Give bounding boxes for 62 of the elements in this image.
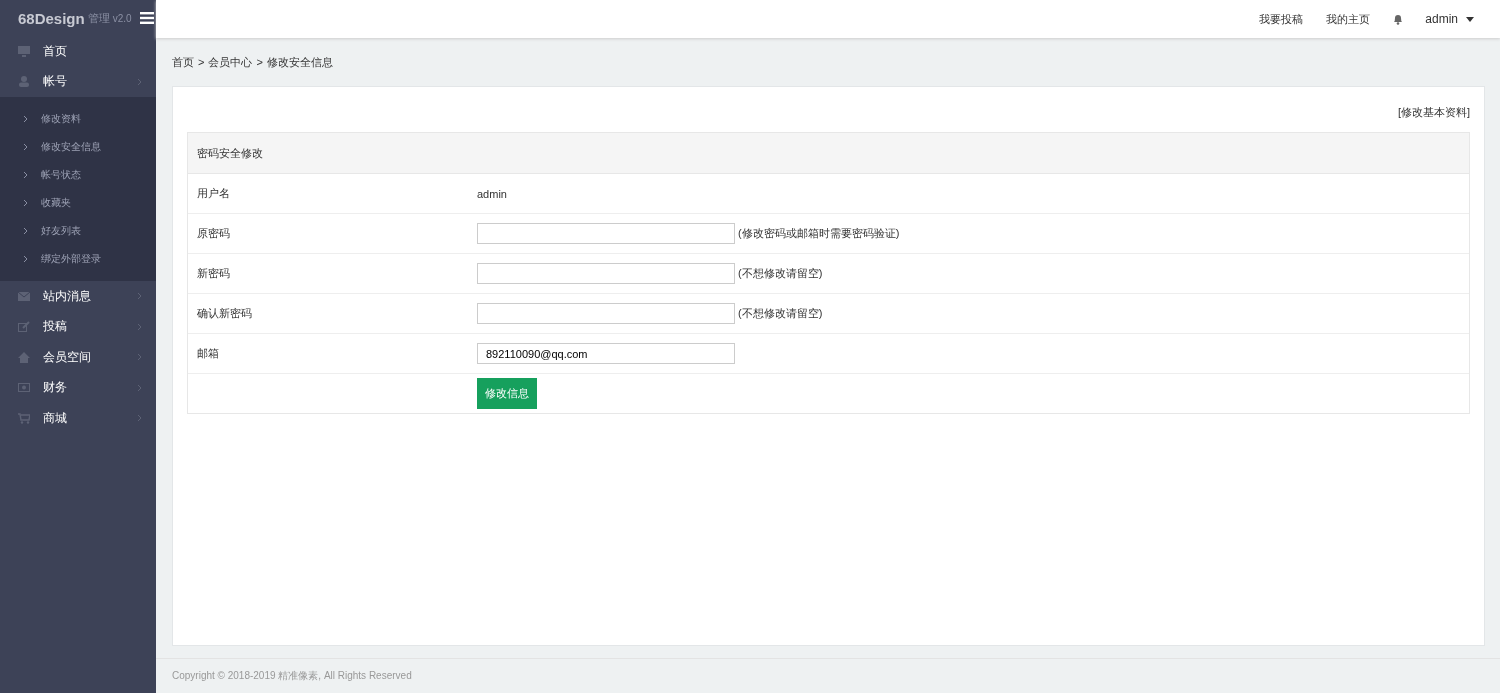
submenu-item[interactable]: 修改安全信息	[0, 133, 156, 161]
chevron-icon	[137, 292, 142, 301]
field-label: 邮箱	[197, 347, 219, 359]
chevron-icon	[23, 255, 28, 263]
mail-icon	[18, 290, 30, 302]
field-hint: (不想修改请留空)	[738, 266, 823, 281]
submenu-item[interactable]: 修改资料	[0, 105, 156, 133]
submenu-item[interactable]: 帐号状态	[0, 161, 156, 189]
submenu-item[interactable]: 收藏夹	[0, 189, 156, 217]
field-label: 确认新密码	[197, 307, 252, 319]
version-label: v2.0	[112, 12, 132, 24]
home-icon	[18, 351, 30, 363]
sidebar-item[interactable]: 会员空间	[0, 342, 156, 373]
user-icon	[18, 76, 30, 88]
submenu-item[interactable]: 好友列表	[0, 217, 156, 245]
chevron-icon	[137, 414, 142, 423]
field-value: admin	[477, 187, 507, 200]
field-hint: (不想修改请留空)	[738, 306, 823, 321]
input-field[interactable]	[477, 263, 735, 284]
money-icon	[18, 382, 30, 394]
menu-icon[interactable]	[139, 12, 154, 24]
submenu-item[interactable]: 绑定外部登录	[0, 245, 156, 273]
chevron-icon	[23, 171, 28, 179]
copyright-text: Copyright © 2018-2019 精准像素, All Rights Reserved	[172, 669, 412, 683]
chevron-icon	[137, 353, 142, 362]
field-label: 用户名	[197, 187, 230, 199]
logo-suffix: 管理	[87, 10, 110, 26]
chevron-icon	[23, 143, 28, 151]
logo-text: 68Design	[18, 9, 85, 27]
monitor-icon	[18, 45, 30, 57]
caret-icon	[1466, 16, 1474, 22]
chevron-icon	[23, 227, 28, 235]
sidebar-item[interactable]: 帐号	[0, 66, 156, 97]
sidebar-item[interactable]: 首页	[0, 36, 156, 67]
sidebar-item[interactable]: 商城	[0, 403, 156, 434]
edit-icon	[18, 321, 30, 333]
chevron-icon	[137, 322, 142, 331]
field-label: 新密码	[197, 267, 230, 279]
sidebar-item[interactable]: 站内消息	[0, 281, 156, 312]
input-field[interactable]: 892110090@qq.com	[477, 343, 735, 364]
sidebar-item[interactable]: 财务	[0, 372, 156, 403]
table-header: 密码安全修改	[188, 133, 1469, 174]
chevron-icon	[23, 115, 28, 123]
field-label: 原密码	[197, 227, 230, 239]
breadcrumb-link[interactable]: 首页	[172, 54, 194, 70]
chevron-icon	[137, 383, 142, 392]
bell-icon[interactable]	[1393, 13, 1404, 25]
input-field[interactable]	[477, 223, 735, 244]
breadcrumb-separator: >	[256, 56, 263, 68]
top-link[interactable]: 我要投稿	[1259, 11, 1304, 27]
breadcrumb-link[interactable]: 会员中心	[208, 54, 253, 70]
chevron-icon	[137, 77, 142, 86]
top-link[interactable]: 我的主页	[1326, 11, 1371, 27]
cart-icon	[18, 412, 30, 424]
field-hint: (修改密码或邮箱时需要密码验证)	[738, 226, 900, 241]
user-menu[interactable]: admin	[1425, 12, 1474, 26]
chevron-icon	[23, 199, 28, 207]
breadcrumb-link[interactable]: 修改安全信息	[266, 54, 333, 70]
edit-profile-link[interactable]: [修改基本资料]	[1397, 105, 1470, 120]
input-field[interactable]	[477, 303, 735, 324]
sidebar-item[interactable]: 投稿	[0, 311, 156, 342]
breadcrumb-separator: >	[198, 56, 205, 68]
